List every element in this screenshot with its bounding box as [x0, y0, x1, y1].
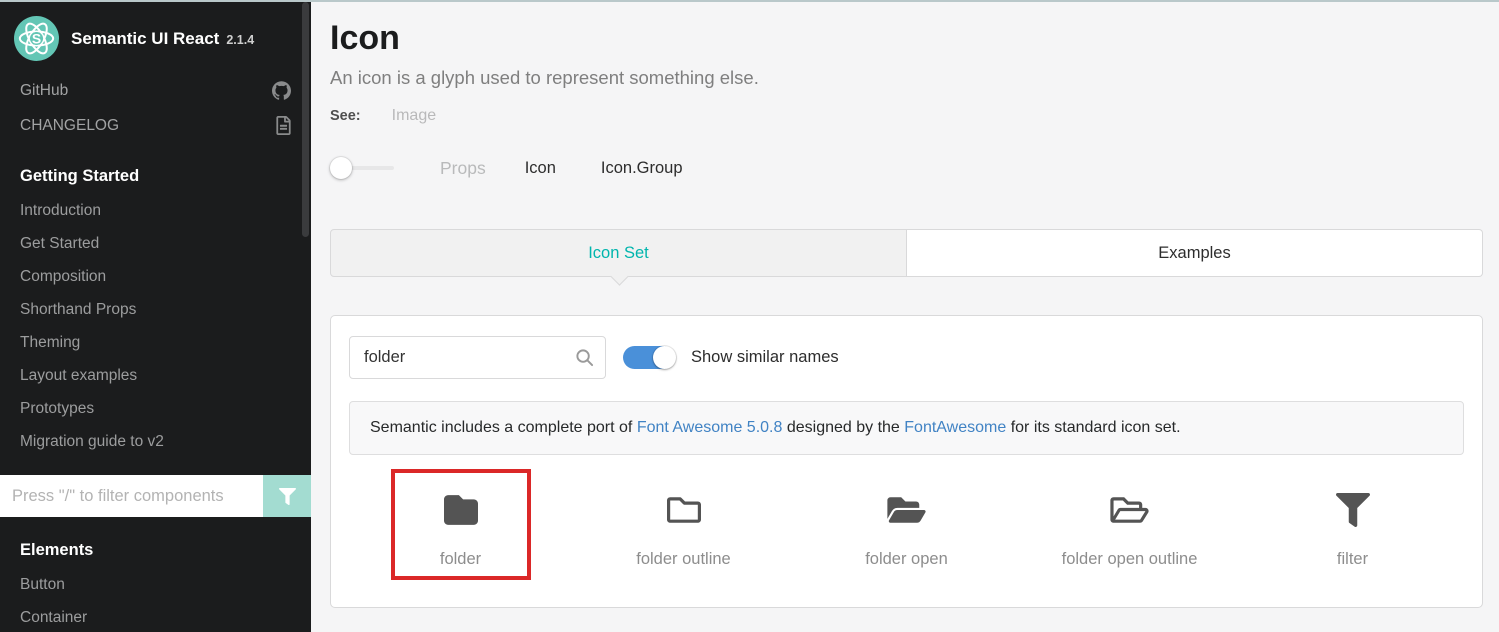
- sidebar-scrollbar-thumb[interactable]: [302, 2, 309, 237]
- icon-label: folder outline: [572, 550, 795, 569]
- icon-search-row: Show similar names: [349, 336, 1464, 379]
- component-filter-input[interactable]: [0, 475, 263, 517]
- brand-version: 2.1.4: [226, 33, 254, 47]
- brand-text: Semantic UI React 2.1.4: [71, 29, 254, 49]
- icon-cell-folder[interactable]: folder: [349, 469, 572, 595]
- icon-set-panel: Show similar names Semantic includes a c…: [330, 315, 1483, 608]
- icon-label: folder open outline: [1018, 550, 1241, 569]
- folder-icon: [440, 493, 482, 527]
- props-item-icon[interactable]: Icon: [525, 159, 556, 178]
- page-title: Icon: [330, 20, 1483, 57]
- icon-cell-folder-open-outline[interactable]: folder open outline: [1018, 469, 1241, 595]
- sidebar-item-button[interactable]: Button: [0, 569, 311, 602]
- sidebar-item-migration-guide[interactable]: Migration guide to v2: [0, 426, 311, 459]
- component-filter-button[interactable]: [263, 475, 311, 517]
- icon-search-input[interactable]: [349, 336, 606, 379]
- page-subtitle: An icon is a glyph used to represent som…: [330, 67, 1483, 89]
- sidebar-section-getting-started: Getting Started: [0, 143, 311, 195]
- sidebar-link-changelog-label: CHANGELOG: [20, 117, 119, 135]
- sidebar-item-composition[interactable]: Composition: [0, 261, 311, 294]
- sidebar-item-get-started[interactable]: Get Started: [0, 228, 311, 261]
- font-awesome-version-link[interactable]: Font Awesome 5.0.8: [637, 419, 783, 436]
- icon-label: filter: [1241, 550, 1464, 569]
- icon-label: folder: [349, 550, 572, 569]
- props-bar: Props Icon Icon.Group: [330, 157, 1483, 179]
- font-awesome-message: Semantic includes a complete port of Fon…: [349, 401, 1464, 455]
- message-text: for its standard icon set.: [1006, 419, 1180, 436]
- search-icon: [575, 348, 594, 367]
- github-icon: [272, 81, 291, 100]
- semantic-ui-react-logo-icon: S: [14, 16, 59, 61]
- tab-icon-set[interactable]: Icon Set: [330, 229, 907, 277]
- file-icon: [276, 116, 291, 135]
- sidebar-link-github[interactable]: GitHub: [0, 73, 311, 108]
- sidebar-item-introduction[interactable]: Introduction: [0, 195, 311, 228]
- main-content: Icon An icon is a glyph used to represen…: [311, 0, 1499, 632]
- sidebar-link-changelog[interactable]: CHANGELOG: [0, 108, 311, 143]
- see-label: See:: [330, 108, 361, 124]
- see-link-image[interactable]: Image: [392, 107, 436, 125]
- filter-glyph-icon: [1336, 493, 1370, 527]
- sidebar-item-layout-examples[interactable]: Layout examples: [0, 360, 311, 393]
- folder-open-icon: [883, 493, 930, 527]
- icon-grid: folder folder outline folder open folder…: [349, 469, 1464, 595]
- sidebar-item-shorthand-props[interactable]: Shorthand Props: [0, 294, 311, 327]
- sidebar-item-prototypes[interactable]: Prototypes: [0, 393, 311, 426]
- slider-knob[interactable]: [330, 157, 352, 179]
- message-text: Semantic includes a complete port of: [370, 419, 637, 436]
- tab-examples[interactable]: Examples: [907, 229, 1483, 277]
- message-text: designed by the: [782, 419, 904, 436]
- folder-open-outline-icon: [1106, 493, 1153, 527]
- filter-icon: [279, 488, 296, 505]
- icon-label: folder open: [795, 550, 1018, 569]
- show-similar-names-label[interactable]: Show similar names: [691, 348, 839, 367]
- sidebar-item-theming[interactable]: Theming: [0, 327, 311, 360]
- sidebar-link-github-label: GitHub: [20, 82, 68, 100]
- window-top-edge: [0, 0, 1499, 2]
- props-toggle-slider[interactable]: [330, 157, 394, 179]
- brand-title: Semantic UI React: [71, 29, 219, 48]
- sidebar-item-container[interactable]: Container: [0, 602, 311, 632]
- show-similar-names-toggle[interactable]: [623, 346, 675, 369]
- icon-cell-folder-outline[interactable]: folder outline: [572, 469, 795, 595]
- tab-bar: Icon Set Examples: [330, 229, 1483, 277]
- component-filter: [0, 475, 311, 517]
- see-also-row: See: Image: [330, 107, 1483, 125]
- sidebar: S Semantic UI React 2.1.4 GitHub CHANGELO…: [0, 0, 311, 632]
- brand-link[interactable]: S Semantic UI React 2.1.4: [0, 0, 311, 73]
- icon-search-field: [349, 336, 606, 379]
- svg-text:S: S: [32, 30, 41, 46]
- fontawesome-link[interactable]: FontAwesome: [904, 419, 1006, 436]
- icon-cell-folder-open[interactable]: folder open: [795, 469, 1018, 595]
- icon-cell-filter[interactable]: filter: [1241, 469, 1464, 595]
- folder-outline-icon: [663, 493, 705, 527]
- props-label: Props: [440, 158, 486, 179]
- toggle-knob: [653, 346, 676, 369]
- sidebar-section-elements: Elements: [0, 517, 311, 569]
- props-item-icon-group[interactable]: Icon.Group: [601, 159, 683, 178]
